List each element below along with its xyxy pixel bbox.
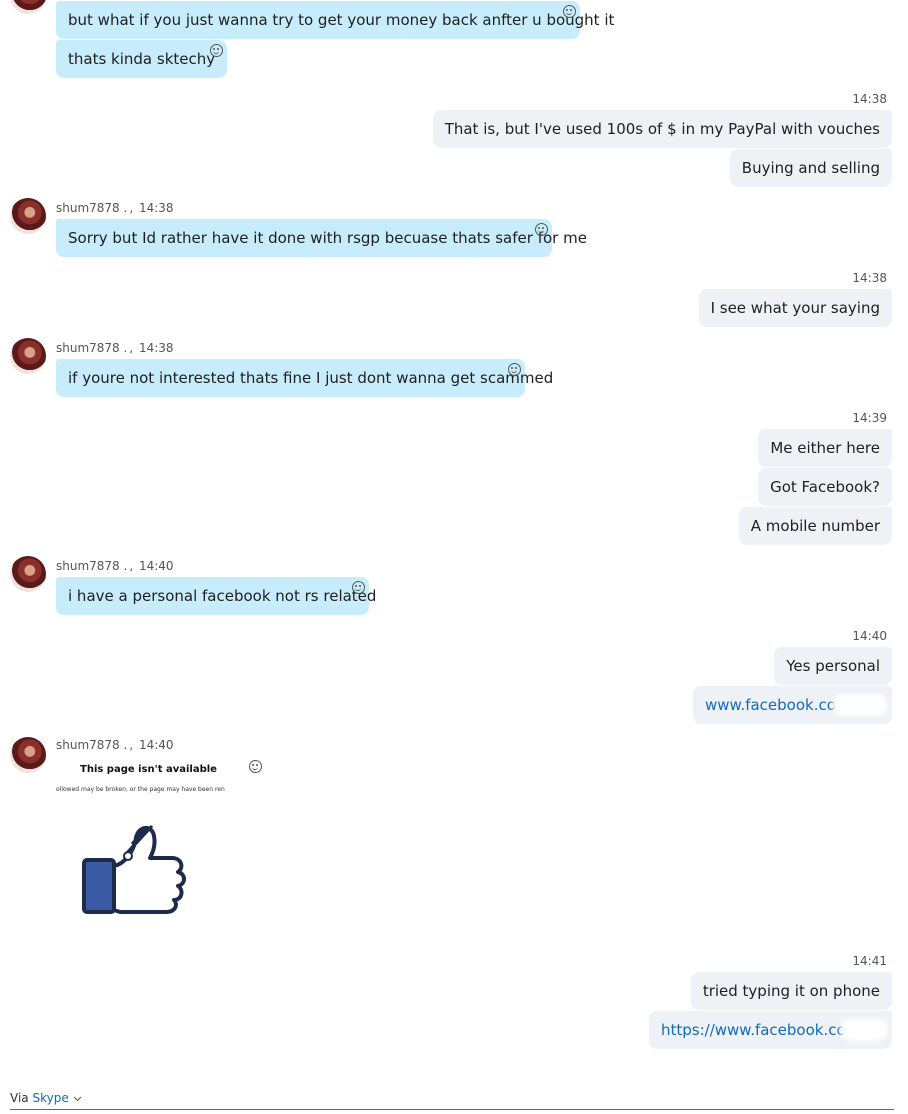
message-timestamp: 14:38 <box>852 271 887 285</box>
outgoing-message[interactable]: Yes personal <box>774 647 892 685</box>
outgoing-link-message[interactable]: www.facebook.com <box>693 686 892 724</box>
outgoing-message[interactable]: A mobile number <box>738 507 892 545</box>
incoming-message[interactable]: i have a personal facebook not rs relate… <box>56 577 376 615</box>
message-text: Sorry but Id rather have it done with rs… <box>68 229 587 247</box>
chevron-down-icon[interactable] <box>73 1096 82 1102</box>
message-link[interactable]: https://www.facebook.com/ <box>661 1021 865 1039</box>
message-timestamp: 14:38 <box>138 201 174 215</box>
message-text: if youre not interested thats fine I jus… <box>68 369 554 387</box>
message-meta: shum7878 ., 14:40 <box>56 559 174 573</box>
message-meta: shum7878 ., 14:40 <box>56 738 174 752</box>
message-timestamp: 14:38 <box>138 341 174 355</box>
outgoing-message[interactable]: Me either here <box>758 429 892 467</box>
message-timestamp: 14:40 <box>138 738 174 752</box>
outgoing-message[interactable]: I see what your saying <box>698 289 892 327</box>
preview-title: This page isn't available <box>80 764 217 775</box>
smiley-icon[interactable] <box>352 581 365 594</box>
message-link[interactable]: www.facebook.com <box>705 696 851 714</box>
outgoing-message[interactable]: That is, but I've used 100s of $ in my P… <box>432 110 892 148</box>
broken-thumbs-up-icon <box>82 824 186 914</box>
avatar[interactable] <box>10 198 46 234</box>
message-text: That is, but I've used 100s of $ in my P… <box>444 120 880 138</box>
outgoing-message[interactable]: Got Facebook? <box>758 468 892 506</box>
sender-name: shum7878 . <box>56 341 128 355</box>
message-text: I see what your saying <box>710 299 880 317</box>
message-timestamp: 14:41 <box>852 954 887 968</box>
source-label: Skype <box>32 1091 69 1105</box>
incoming-message[interactable]: thats kinda sktechy <box>56 40 227 78</box>
message-timestamp: 14:38 <box>852 92 887 106</box>
compose-divider <box>10 1109 894 1110</box>
incoming-message[interactable]: Sorry but Id rather have it done with rs… <box>56 219 587 257</box>
message-text: but what if you just wanna try to get yo… <box>68 11 615 29</box>
message-timestamp: 14:40 <box>852 629 887 643</box>
message-text: A mobile number <box>750 517 880 535</box>
message-text: Buying and selling <box>741 159 880 177</box>
smiley-icon[interactable] <box>535 223 548 236</box>
avatar[interactable] <box>10 556 46 592</box>
incoming-message[interactable]: but what if you just wanna try to get yo… <box>56 1 614 39</box>
smiley-icon[interactable] <box>210 44 223 57</box>
message-text: Me either here <box>770 439 880 457</box>
smiley-icon[interactable] <box>508 363 521 376</box>
via-skype-indicator[interactable]: Via Skype <box>10 1091 82 1105</box>
message-text: Yes personal <box>786 657 880 675</box>
avatar[interactable] <box>10 0 46 14</box>
link-preview-image[interactable]: This page isn't available ollowed may be… <box>56 760 262 920</box>
smiley-icon[interactable] <box>563 5 576 18</box>
message-text: Got Facebook? <box>770 478 880 496</box>
avatar[interactable] <box>10 737 46 773</box>
message-text: tried typing it on phone <box>702 982 880 1000</box>
incoming-message[interactable]: if youre not interested thats fine I jus… <box>56 359 553 397</box>
outgoing-link-message[interactable]: https://www.facebook.com/ <box>649 1011 892 1049</box>
avatar[interactable] <box>10 338 46 374</box>
message-text: i have a personal facebook not rs relate… <box>68 587 377 605</box>
message-meta: shum7878 ., 14:38 <box>56 201 174 215</box>
outgoing-message[interactable]: tried typing it on phone <box>690 972 892 1010</box>
message-text: thats kinda sktechy <box>68 50 216 68</box>
sender-name: shum7878 . <box>56 559 128 573</box>
message-timestamp: 14:39 <box>852 411 887 425</box>
outgoing-message[interactable]: Buying and selling <box>729 149 892 187</box>
redaction-blur <box>832 694 888 716</box>
via-label: Via <box>10 1091 29 1105</box>
sender-name: shum7878 . <box>56 738 128 752</box>
smiley-icon[interactable] <box>249 760 262 773</box>
preview-subtitle: ollowed may be broken, or the page may h… <box>56 786 225 793</box>
message-meta: shum7878 ., 14:38 <box>56 341 174 355</box>
redaction-blur <box>840 1019 888 1041</box>
message-timestamp: 14:40 <box>138 559 174 573</box>
sender-name: shum7878 . <box>56 201 128 215</box>
